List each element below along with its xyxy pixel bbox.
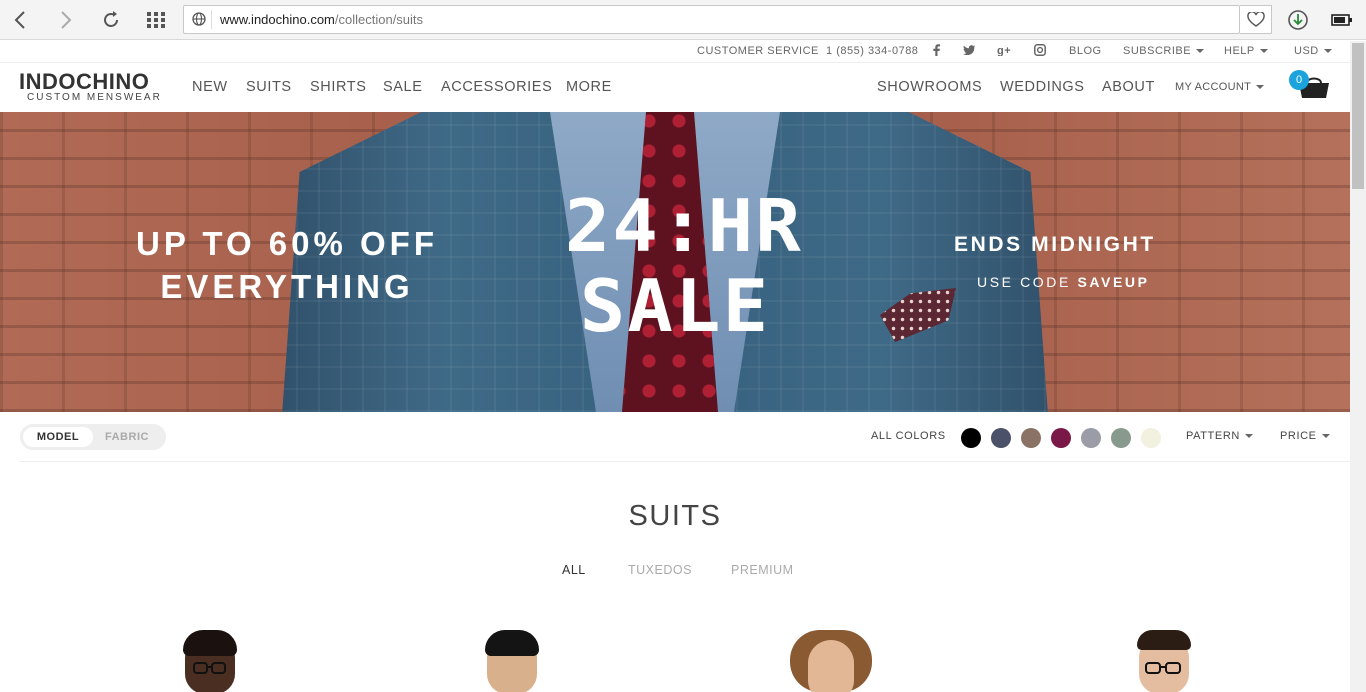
logo-name: INDOCHINO <box>19 69 150 94</box>
product-image[interactable] <box>788 630 874 692</box>
svg-text:g+: g+ <box>997 45 1011 56</box>
apps-grid-icon[interactable] <box>143 7 169 33</box>
facebook-icon[interactable] <box>933 44 940 59</box>
all-colors-filter[interactable]: ALL COLORS <box>871 430 946 442</box>
chevron-down-icon <box>1256 85 1265 90</box>
instagram-icon[interactable] <box>1034 44 1046 59</box>
glasses-icon <box>193 662 226 674</box>
product-image[interactable] <box>1132 630 1196 692</box>
cart-count-badge: 0 <box>1289 70 1309 90</box>
nav-weddings[interactable]: WEDDINGS <box>1000 79 1085 95</box>
scrollbar-thumb[interactable] <box>1352 43 1364 189</box>
color-swatch[interactable] <box>1111 428 1131 448</box>
chevron-down-icon <box>1323 49 1332 54</box>
browser-toolbar: www.indochino.com/collection/suits <box>0 0 1366 40</box>
pattern-dropdown[interactable]: PATTERN <box>1186 430 1253 442</box>
color-swatch[interactable] <box>1081 428 1101 448</box>
hero-code-text: USE CODE SAVEUP <box>977 274 1150 290</box>
color-swatch[interactable] <box>1141 428 1161 448</box>
logo[interactable]: INDOCHINO CUSTOM MENSWEAR <box>19 71 162 103</box>
toggle-model[interactable]: MODEL <box>23 427 93 447</box>
heart-icon[interactable] <box>1240 5 1272 34</box>
chevron-down-icon <box>1196 49 1205 54</box>
color-swatch[interactable] <box>991 428 1011 448</box>
page-scrollbar[interactable] <box>1350 41 1366 692</box>
chevron-down-icon <box>1321 434 1330 439</box>
download-icon[interactable] <box>1285 7 1311 33</box>
color-swatch[interactable] <box>1051 428 1071 448</box>
globe-icon <box>192 12 206 31</box>
product-image[interactable] <box>480 630 544 692</box>
nav-about[interactable]: ABOUT <box>1102 79 1155 95</box>
my-account-dropdown[interactable]: MY ACCOUNT <box>1175 81 1265 93</box>
forward-icon[interactable] <box>53 7 79 33</box>
chevron-down-icon <box>1244 434 1253 439</box>
tab-tuxedos[interactable]: TUXEDOS <box>628 563 692 577</box>
help-dropdown[interactable]: HELP <box>1224 45 1268 57</box>
tab-premium[interactable]: PREMIUM <box>731 563 794 577</box>
reload-icon[interactable] <box>98 7 124 33</box>
color-swatch[interactable] <box>1021 428 1041 448</box>
price-dropdown[interactable]: PRICE <box>1280 430 1330 442</box>
nav-new[interactable]: NEW <box>192 79 228 95</box>
nav-more[interactable]: MORE <box>566 79 612 95</box>
hero-sale-title: 24:HR SALE <box>564 184 803 348</box>
twitter-icon[interactable] <box>963 45 975 58</box>
model-fabric-toggle[interactable]: MODEL FABRIC <box>20 424 166 450</box>
toggle-fabric[interactable]: FABRIC <box>105 427 149 447</box>
battery-icon <box>1329 7 1355 33</box>
subscribe-dropdown[interactable]: SUBSCRIBE <box>1123 45 1205 57</box>
google-plus-icon[interactable]: g+ <box>997 44 1011 59</box>
logo-subtitle: CUSTOM MENSWEAR <box>27 92 162 103</box>
hero-offer-text: UP TO 60% OFF EVERYTHING <box>135 225 438 305</box>
hero-ends-text: ENDS MIDNIGHT <box>954 233 1156 256</box>
nav-accessories[interactable]: ACCESSORIES <box>441 79 552 95</box>
main-navigation: INDOCHINO CUSTOM MENSWEAR NEW SUITS SHIR… <box>0 63 1350 112</box>
color-swatch[interactable] <box>961 428 981 448</box>
page-title: SUITS <box>628 500 722 532</box>
nav-sale[interactable]: SALE <box>383 79 422 95</box>
hero-banner[interactable]: UP TO 60% OFF EVERYTHING 24:HR SALE ENDS… <box>0 112 1350 412</box>
utility-bar: CUSTOMER SERVICE 1 (855) 334-0788 g+ BLO… <box>0 41 1350 63</box>
glasses-icon <box>1145 662 1181 674</box>
nav-suits[interactable]: SUITS <box>246 79 292 95</box>
nav-showrooms[interactable]: SHOWROOMS <box>877 79 982 95</box>
tab-all[interactable]: ALL <box>562 563 586 577</box>
nav-shirts[interactable]: SHIRTS <box>310 79 367 95</box>
chevron-down-icon <box>1259 49 1268 54</box>
url-text: www.indochino.com/collection/suits <box>220 12 424 27</box>
filter-bar: MODEL FABRIC ALL COLORS PATTERN PRICE <box>20 412 1350 462</box>
address-bar[interactable]: www.indochino.com/collection/suits <box>183 5 1240 34</box>
back-icon[interactable] <box>7 7 33 33</box>
product-image[interactable] <box>178 630 242 692</box>
blog-link[interactable]: BLOG <box>1069 45 1102 57</box>
currency-dropdown[interactable]: USD <box>1294 45 1332 57</box>
customer-service-link[interactable]: CUSTOMER SERVICE 1 (855) 334-0788 <box>697 45 918 57</box>
